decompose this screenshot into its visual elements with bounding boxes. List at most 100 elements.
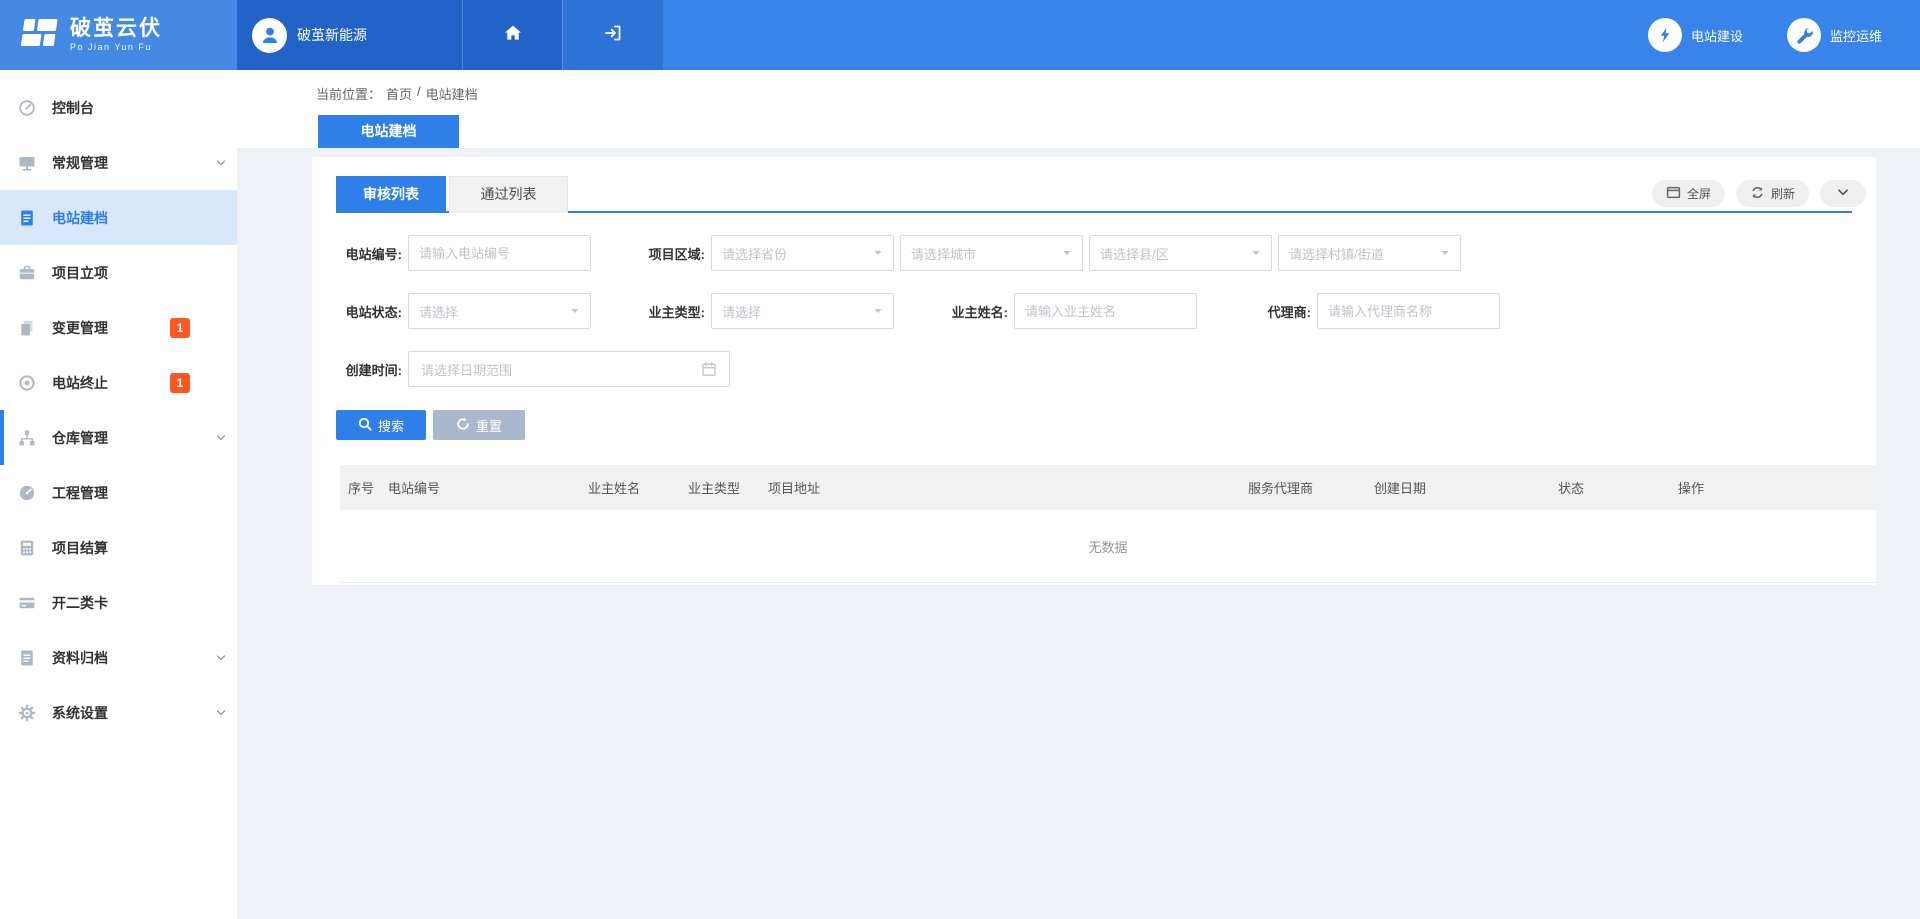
station-no-input[interactable] [408, 235, 591, 271]
filter-group: 电站状态:请选择 [336, 293, 591, 329]
placeholder-text: 请选择 [722, 302, 761, 321]
sidebar-item[interactable]: 开二类卡 [0, 575, 237, 630]
app-link-label: 监控运维 [1830, 26, 1882, 45]
create-time-range[interactable]: 请选择日期范围 [408, 351, 730, 387]
doc-icon [18, 209, 36, 227]
collapse-panel-button[interactable] [1820, 180, 1866, 207]
search-icon [358, 417, 372, 434]
home-button[interactable] [462, 0, 562, 70]
caret-down-icon [1062, 248, 1072, 258]
logout-button[interactable] [562, 0, 663, 70]
chevron-down-icon [1836, 185, 1850, 202]
calculator-icon [18, 539, 36, 557]
filter-group: 业主姓名: [942, 293, 1197, 329]
company-name: 破茧新能源 [297, 25, 367, 45]
refresh-button[interactable]: 刷新 [1736, 180, 1809, 207]
sidebar-item[interactable]: 系统设置 [0, 685, 237, 740]
county-select[interactable]: 请选择县/区 [1089, 235, 1272, 271]
search-button[interactable]: 搜索 [336, 410, 426, 440]
app-link-construction[interactable]: 电站建设 [1648, 18, 1743, 52]
station-status-select[interactable]: 请选择 [408, 293, 591, 329]
filter-label: 创建时间: [336, 360, 402, 379]
brand-logo: 破茧云伏 Po Jian Yun Fu [0, 0, 237, 70]
sidebar-item[interactable]: 常规管理 [0, 135, 237, 190]
tab-review-list[interactable]: 审核列表 [336, 176, 446, 213]
filter-group: 项目区域:请选择省份请选择城市请选择县/区请选择村镇/街道 [639, 235, 1461, 271]
sidebar-item-label: 电站终止 [52, 373, 108, 393]
user-avatar-icon[interactable] [252, 18, 287, 53]
chevron-down-icon [215, 432, 227, 444]
breadcrumb-separator: / [417, 84, 421, 103]
sidebar-item[interactable]: 项目结算 [0, 520, 237, 575]
brand-text: 破茧云伏 Po Jian Yun Fu [70, 18, 162, 52]
form-actions: 搜索 重置 [336, 410, 1852, 440]
page-tab-station-archive[interactable]: 电站建档 [318, 115, 459, 148]
column-header-owner-name: 业主姓名 [588, 478, 688, 497]
chevron-down-icon [215, 707, 227, 719]
fullscreen-label: 全屏 [1687, 185, 1711, 202]
placeholder-text: 请选择城市 [911, 244, 976, 263]
filter-row: 电站状态:请选择 业主类型:请选择 业主姓名: 代理商: [336, 293, 1852, 329]
header-app-switcher: 电站建设 监控运维 [663, 0, 1920, 70]
filter-row: 创建时间: 请选择日期范围 [336, 351, 1852, 387]
gear-icon [18, 704, 36, 722]
sidebar-item[interactable]: 资料归档 [0, 630, 237, 685]
sidebar-item[interactable]: 控制台 [0, 80, 237, 135]
search-button-label: 搜索 [378, 416, 404, 435]
reset-icon [456, 417, 470, 434]
app-screen: 破茧云伏 Po Jian Yun Fu 破茧新能源 [0, 0, 1920, 919]
sidebar-item-label: 系统设置 [52, 703, 108, 723]
breadcrumb-current: 电站建档 [426, 84, 478, 103]
refresh-icon [1750, 185, 1765, 203]
sidebar-item[interactable]: 仓库管理 [0, 410, 237, 465]
sidebar-item-label: 项目立项 [52, 263, 108, 283]
town-select[interactable]: 请选择村镇/街道 [1278, 235, 1461, 271]
filter-label: 代理商: [1245, 302, 1311, 321]
city-select[interactable]: 请选择城市 [900, 235, 1083, 271]
agent-name-input[interactable] [1317, 293, 1500, 329]
sidebar-item[interactable]: 变更管理1 [0, 300, 237, 355]
reset-button[interactable]: 重置 [433, 410, 525, 440]
file-icon [18, 649, 36, 667]
bolt-icon [1648, 18, 1682, 52]
placeholder-text: 请选择日期范围 [421, 360, 512, 379]
sidebar-item[interactable]: 电站终止 1 [0, 355, 237, 410]
fullscreen-button[interactable]: 全屏 [1652, 180, 1725, 207]
sidebar-item[interactable]: 电站建档 [0, 190, 237, 245]
brand-subtitle: Po Jian Yun Fu [70, 42, 162, 52]
gauge-icon [18, 484, 36, 502]
filter-row: 电站编号:项目区域:请选择省份请选择城市请选择县/区请选择村镇/街道 [336, 235, 1852, 271]
caret-down-icon [1440, 248, 1450, 258]
target-icon [18, 374, 36, 392]
sidebar-item[interactable]: 项目立项 [0, 245, 237, 300]
top-header: 破茧云伏 Po Jian Yun Fu 破茧新能源 [0, 0, 1920, 70]
breadcrumb-home-link[interactable]: 首页 [386, 84, 412, 103]
placeholder-text: 请选择省份 [722, 244, 787, 263]
sidebar-item-label: 常规管理 [52, 153, 108, 173]
owner-type-select[interactable]: 请选择 [711, 293, 894, 329]
caret-down-icon [873, 248, 883, 258]
province-select[interactable]: 请选择省份 [711, 235, 894, 271]
filter-label: 业主姓名: [942, 302, 1008, 321]
app-link-label: 电站建设 [1691, 26, 1743, 45]
column-header-status: 状态 [1558, 478, 1678, 497]
brand-title: 破茧云伏 [70, 18, 162, 40]
home-icon [503, 23, 523, 48]
column-header-owner-type: 业主类型 [688, 478, 768, 497]
app-link-monitoring[interactable]: 监控运维 [1787, 18, 1882, 52]
owner-name-input[interactable] [1014, 293, 1197, 329]
main-area: 当前位置： 首页 / 电站建档 电站建档 审核列表 通过列表 全屏 [237, 70, 1920, 919]
user-section[interactable]: 破茧新能源 [237, 0, 462, 70]
breadcrumb-bar: 当前位置： 首页 / 电站建档 电站建档 [237, 70, 1920, 148]
tab-passed-list[interactable]: 通过列表 [449, 176, 568, 213]
breadcrumb: 当前位置： 首页 / 电站建档 [316, 84, 478, 103]
notification-badge: 1 [170, 373, 190, 393]
card-toolbar: 全屏 刷新 [1652, 180, 1866, 207]
empty-state-text: 无数据 [1088, 537, 1127, 556]
filter-group: 业主类型:请选择 [639, 293, 894, 329]
sidebar-menu: 控制台常规管理电站建档项目立项变更管理1 电站终止 1 仓库管理工程管理项目结算开二类… [0, 80, 237, 740]
sidebar-item[interactable]: 工程管理 [0, 465, 237, 520]
wrench-icon [1787, 18, 1821, 52]
filter-group: 电站编号: [336, 235, 591, 271]
monitor-icon [18, 154, 36, 172]
